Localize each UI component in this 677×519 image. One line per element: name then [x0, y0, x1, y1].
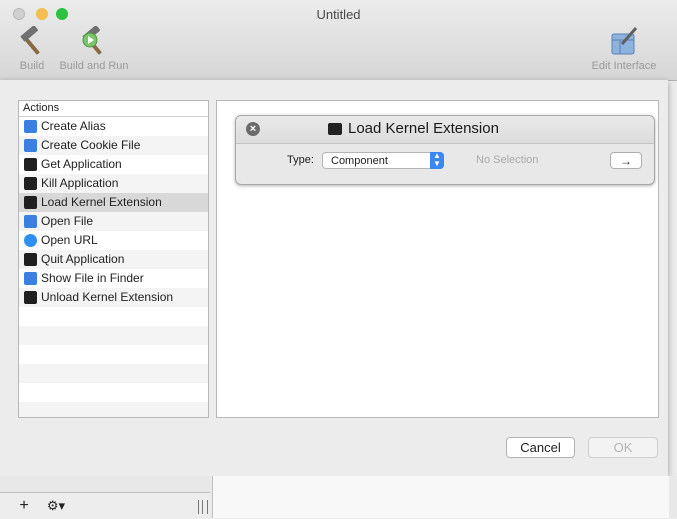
window-titlebar: Untitled Build Build and Run Edit Interf… [0, 0, 677, 81]
action-list-item-label: Unload Kernel Extension [41, 290, 174, 304]
empty-row [19, 402, 208, 417]
action-list-item[interactable]: Kill Application [19, 174, 208, 193]
ok-button[interactable]: OK [588, 437, 658, 458]
terminal-icon [328, 123, 342, 135]
build-button[interactable]: Build [14, 26, 50, 72]
action-list-item-label: Create Alias [41, 119, 106, 133]
activity-monitor-icon [24, 177, 37, 190]
hammer-play-icon [82, 26, 102, 55]
build-and-run-label: Build and Run [59, 60, 129, 72]
action-list-item[interactable]: Quit Application [19, 250, 208, 269]
terminal-icon [24, 196, 37, 209]
empty-row [19, 383, 208, 402]
window-title: Untitled [316, 7, 361, 22]
action-list-item[interactable]: Load Kernel Extension [19, 193, 208, 212]
action-list-item-label: Open File [41, 214, 94, 228]
finder-icon [24, 139, 37, 152]
action-list-item-label: Get Application [41, 157, 122, 171]
activity-monitor-icon [24, 253, 37, 266]
interface-builder-icon [611, 27, 638, 55]
safari-icon [24, 234, 37, 247]
action-list-item-label: Open URL [41, 233, 98, 247]
action-list-item-label: Show File in Finder [41, 271, 144, 285]
split-resize-handle[interactable] [198, 500, 208, 514]
edit-interface-button[interactable]: Edit Interface [586, 26, 662, 72]
action-list-item-label: Quit Application [41, 252, 125, 266]
build-and-run-button[interactable]: Build and Run [56, 26, 132, 72]
bottom-right-area [212, 476, 669, 518]
build-label: Build [19, 60, 45, 72]
actions-header: Actions [19, 101, 208, 117]
empty-row [19, 307, 208, 326]
action-list-item-label: Create Cookie File [41, 138, 141, 152]
action-list-item-label: Load Kernel Extension [41, 195, 162, 209]
no-selection-label: No Selection [476, 154, 539, 166]
finder-icon [24, 215, 37, 228]
card-header: × Load Kernel Extension [236, 116, 654, 144]
cancel-button[interactable]: Cancel [506, 437, 575, 458]
action-list-item[interactable]: Get Application [19, 155, 208, 174]
select-stepper-icon: ▲ ▼ [430, 152, 444, 169]
action-list-item[interactable]: Show File in Finder [19, 269, 208, 288]
remove-action-button[interactable]: × [246, 122, 260, 136]
action-list-item[interactable]: Create Cookie File [19, 136, 208, 155]
empty-row [19, 326, 208, 345]
finder-icon [24, 272, 37, 285]
terminal-icon [24, 291, 37, 304]
empty-row [19, 345, 208, 364]
gear-menu-button[interactable]: ⚙▾ [42, 496, 70, 516]
action-list-item[interactable]: Open URL [19, 231, 208, 250]
type-select[interactable]: Component ▲ ▼ [322, 152, 444, 169]
action-list-item[interactable]: Open File [19, 212, 208, 231]
card-title-text: Load Kernel Extension [348, 120, 499, 137]
activity-monitor-icon [24, 158, 37, 171]
type-label: Type: [287, 154, 314, 166]
type-select-value: Component [331, 155, 388, 167]
action-list-item[interactable]: Create Alias [19, 117, 208, 136]
action-list-item[interactable]: Unload Kernel Extension [19, 288, 208, 307]
add-button[interactable]: + [12, 496, 36, 516]
action-list-item-label: Kill Application [41, 176, 119, 190]
arrow-button[interactable]: → [610, 152, 642, 169]
card-title: Load Kernel Extension [328, 120, 499, 137]
finder-icon [24, 120, 37, 133]
actions-list[interactable]: Actions Create Alias Create Cookie File Ge… [18, 100, 209, 418]
empty-row [19, 364, 208, 383]
action-card: × Load Kernel Extension Type: Component … [235, 115, 655, 185]
hammer-icon [20, 26, 40, 55]
edit-interface-label: Edit Interface [591, 60, 657, 72]
